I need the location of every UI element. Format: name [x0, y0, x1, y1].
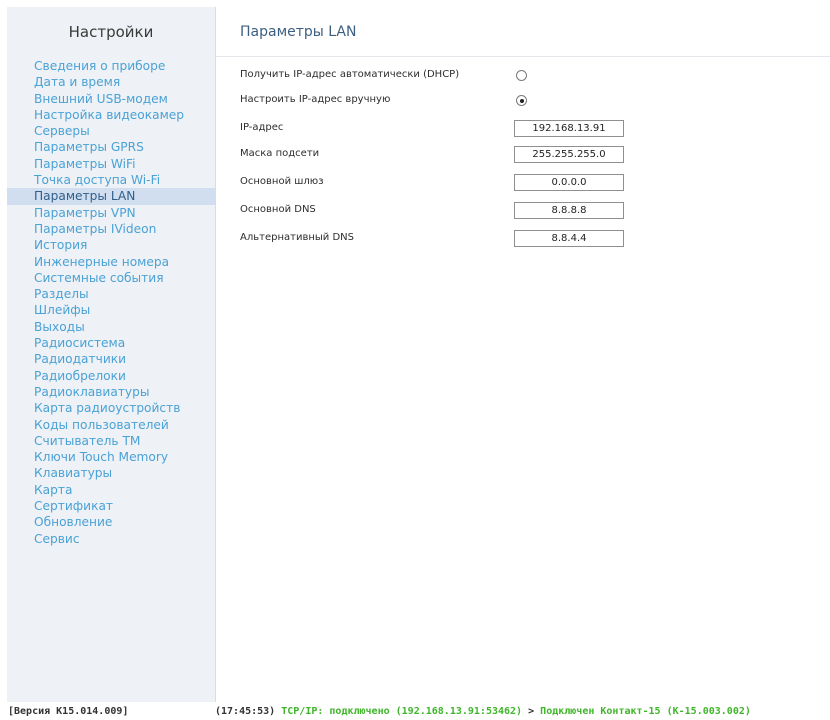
sidebar-item[interactable]: Разделы [7, 286, 215, 302]
sidebar-item[interactable]: Шлейфы [7, 302, 215, 318]
subnet-mask-input[interactable]: 255.255.255.0 [514, 146, 624, 163]
manual-radio[interactable] [516, 95, 527, 106]
sidebar-item[interactable]: Настройка видеокамер [7, 107, 215, 123]
sidebar: Настройки Сведения о приборе Дата и время… [7, 7, 216, 702]
ip-address-input[interactable]: 192.168.13.91 [514, 120, 624, 137]
radio-dot [519, 98, 524, 103]
sidebar-item[interactable]: Радиобрелоки [7, 368, 215, 384]
sidebar-item[interactable]: Внешний USB-модем [7, 91, 215, 107]
sidebar-item[interactable]: Радиосистема [7, 335, 215, 351]
sidebar-item[interactable]: Инженерные номера [7, 254, 215, 270]
sidebar-item[interactable]: Коды пользователей [7, 417, 215, 433]
dns2-label: Альтернативный DNS [240, 232, 354, 243]
sidebar-item[interactable]: Параметры LAN [7, 188, 215, 205]
sidebar-item[interactable]: Карта [7, 482, 215, 498]
gateway-input[interactable]: 0.0.0.0 [514, 174, 624, 191]
dhcp-label: Получить IP-адрес автоматически (DHCP) [240, 69, 460, 80]
sidebar-item[interactable]: Серверы [7, 123, 215, 139]
sidebar-item[interactable]: Сведения о приборе [7, 58, 215, 74]
status-bar: [Версия К15.014.009] (17:45:53) TCP/IP: … [0, 703, 830, 720]
sidebar-item[interactable]: Считыватель ТМ [7, 433, 215, 449]
title-divider [216, 56, 830, 57]
page-title: Параметры LAN [240, 24, 357, 40]
ip-label: IP-адрес [240, 122, 284, 133]
sidebar-item[interactable]: История [7, 237, 215, 253]
manual-label: Настроить IP-адрес вручную [240, 94, 391, 105]
sidebar-item[interactable]: Дата и время [7, 74, 215, 90]
sidebar-item[interactable]: Точка доступа Wi-Fi [7, 172, 215, 188]
sidebar-item[interactable]: Параметры WiFi [7, 156, 215, 172]
sidebar-item[interactable]: Параметры VPN [7, 205, 215, 221]
gateway-label: Основной шлюз [240, 176, 324, 187]
main-panel: Параметры LAN Получить IP-адрес автомати… [216, 7, 830, 702]
dhcp-radio[interactable] [516, 70, 527, 81]
sidebar-item[interactable]: Сертификат [7, 498, 215, 514]
status-time: (17:45:53) [215, 706, 276, 717]
primary-dns-input[interactable]: 8.8.8.8 [514, 202, 624, 219]
sidebar-item[interactable]: Клавиатуры [7, 465, 215, 481]
sidebar-item[interactable]: Радиоклавиатуры [7, 384, 215, 400]
secondary-dns-input[interactable]: 8.8.4.4 [514, 230, 624, 247]
sidebar-title: Настройки [68, 23, 154, 41]
sidebar-nav: Сведения о приборе Дата и время Внешний US… [7, 58, 215, 547]
dns1-label: Основной DNS [240, 204, 316, 215]
version-label: [Версия К15.014.009] [8, 706, 129, 717]
sidebar-item[interactable]: Параметры IVideon [7, 221, 215, 237]
sidebar-item[interactable]: Выходы [7, 319, 215, 335]
sidebar-item[interactable]: Параметры GPRS [7, 139, 215, 155]
sidebar-item[interactable]: Сервис [7, 531, 215, 547]
status-arrow: > [528, 706, 535, 717]
sidebar-item[interactable]: Карта радиоустройств [7, 400, 215, 416]
connection-status: (17:45:53) TCP/IP: подключено (192.168.1… [215, 703, 751, 720]
device-status: Подключен Контакт-15 (К-15.003.002) [540, 706, 751, 717]
sidebar-item[interactable]: Системные события [7, 270, 215, 286]
sidebar-item[interactable]: Обновление [7, 514, 215, 530]
tcp-status: TCP/IP: подключено (192.168.13.91:53462) [281, 706, 523, 717]
sidebar-item[interactable]: Ключи Touch Memory [7, 449, 215, 465]
mask-label: Маска подсети [240, 148, 320, 159]
sidebar-item[interactable]: Радиодатчики [7, 351, 215, 367]
